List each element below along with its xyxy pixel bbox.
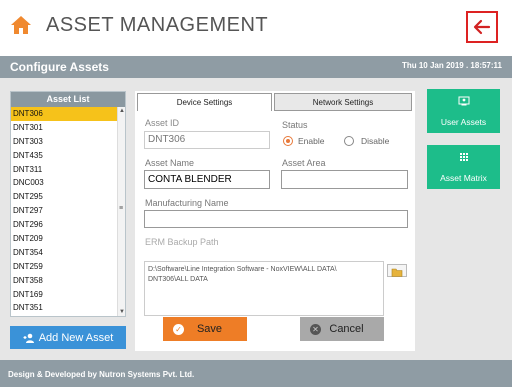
add-user-icon [23,333,34,343]
user-asset-icon [427,96,500,108]
asset-matrix-button[interactable]: Asset Matrix [427,145,500,189]
status-disable-label: Disable [361,136,390,146]
folder-icon [391,268,403,277]
list-item[interactable]: DNT259 [11,260,117,274]
asset-list-panel: Asset List DNT306 DNT301 DNT303 DNT435 D… [10,91,126,317]
save-button[interactable]: ✓ Save [163,317,247,341]
browse-folder-button[interactable] [387,264,407,277]
asset-matrix-label: Asset Matrix [440,173,487,183]
date-time: Thu 10 Jan 2019 . 18:57:11 [401,61,502,70]
asset-id-label: Asset ID [145,118,180,128]
list-item[interactable]: DNT351 [11,301,117,315]
list-item[interactable]: DNT303 [11,135,117,149]
list-item[interactable]: DNT435 [11,149,117,163]
manufacturing-name-label: Manufacturing Name [145,198,229,208]
scroll-grip-icon[interactable]: ≡ [119,205,123,212]
app-header: ASSET MANAGEMENT [0,0,512,56]
user-assets-label: User Assets [440,117,487,127]
page-title: Configure Assets [10,60,109,74]
list-item[interactable]: DNT295 [11,190,117,204]
erm-path-line-2: DNT306\ALL DATA [148,276,208,283]
cancel-label: Cancel [329,323,364,335]
home-icon[interactable] [10,14,32,36]
save-label: Save [196,323,223,335]
asset-id-field: DNT306 [144,131,270,149]
list-item[interactable]: DNT169 [11,288,117,302]
asset-list-title: Asset List [11,92,125,107]
list-item[interactable]: DNT301 [11,121,117,135]
asset-list: DNT306 DNT301 DNT303 DNT435 DNT311 DNC00… [11,107,117,316]
asset-name-field[interactable]: CONTA BLENDER [144,170,270,189]
list-item[interactable]: DNT209 [11,232,117,246]
asset-name-label: Asset Name [145,158,195,168]
status-enable-label: Enable [298,136,325,146]
app-footer: Design & Developed by Nutron Systems Pvt… [0,360,512,387]
list-item[interactable]: DNC003 [11,176,117,190]
list-item[interactable]: DNT354 [11,246,117,260]
check-circle-icon: ✓ [173,323,184,335]
status-label: Status [282,120,308,130]
list-item[interactable]: DNT306 [11,107,117,121]
back-button[interactable] [466,11,498,43]
add-new-asset-label: Add New Asset [38,331,114,344]
close-circle-icon: ✕ [310,323,321,335]
list-item[interactable]: DNT296 [11,218,117,232]
tab-device-settings[interactable]: Device Settings [137,93,272,111]
erm-path-line-1: D:\Software\Line Integration Software - … [148,266,337,273]
list-item[interactable]: DNT297 [11,204,117,218]
user-assets-button[interactable]: User Assets [427,89,500,133]
back-arrow-icon [473,19,491,35]
grid-icon [427,152,500,164]
scroll-down-icon[interactable]: ▼ [118,308,126,316]
tab-network-settings[interactable]: Network Settings [274,93,412,111]
erm-backup-path-field: D:\Software\Line Integration Software - … [144,261,384,316]
scroll-up-icon[interactable]: ▲ [118,107,126,115]
list-item[interactable]: DNT358 [11,274,117,288]
list-item[interactable]: DNT311 [11,163,117,177]
erm-backup-path-label: ERM Backup Path [145,237,219,247]
footer-credit: Design & Developed by Nutron Systems Pvt… [8,370,195,379]
status-enable-radio[interactable] [283,136,293,146]
asset-area-label: Asset Area [282,158,326,168]
manufacturing-name-field[interactable] [144,210,408,228]
add-new-asset-button[interactable]: Add New Asset [10,326,126,349]
app-title: ASSET MANAGEMENT [46,14,269,36]
settings-panel: Device Settings Network Settings Asset I… [135,91,415,351]
status-disable-radio[interactable] [344,136,354,146]
main-content: Asset List DNT306 DNT301 DNT303 DNT435 D… [0,78,512,360]
list-scrollbar[interactable]: ▲ ≡ ▼ [117,107,125,316]
asset-area-field[interactable] [281,170,408,189]
page-subheader: Configure Assets Thu 10 Jan 2019 . 18:57… [0,56,512,78]
cancel-button[interactable]: ✕ Cancel [300,317,384,341]
